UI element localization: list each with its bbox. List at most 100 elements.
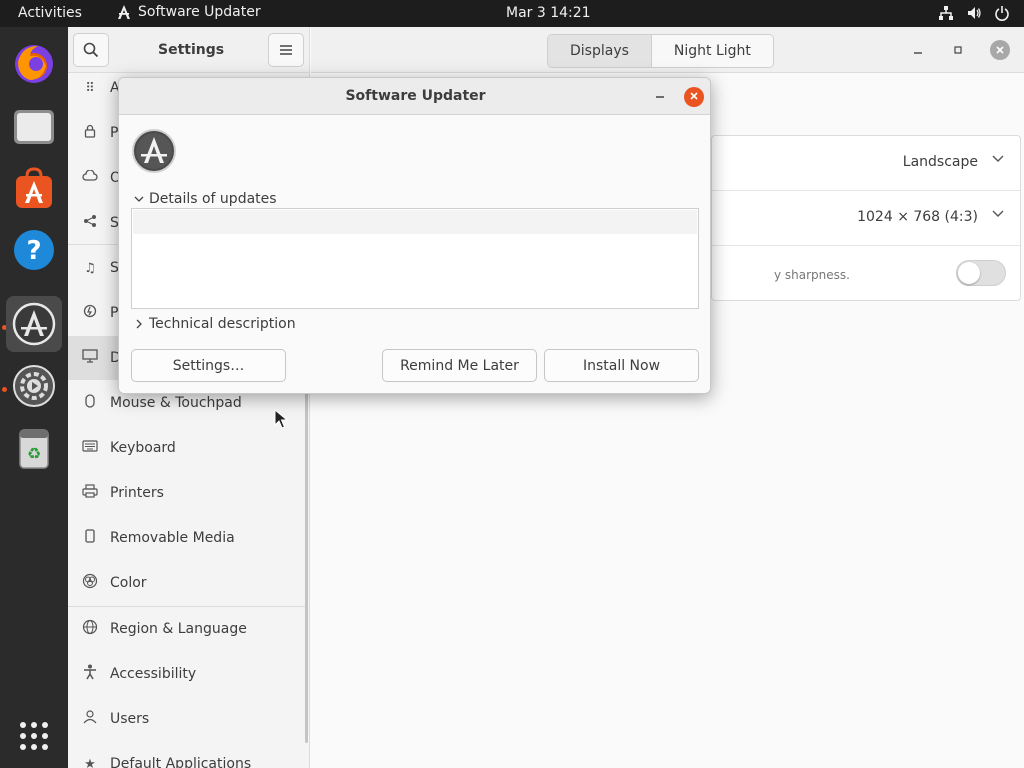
sidebar-item-label: Printers: [110, 485, 164, 501]
top-bar: Activities Software Updater Mar 3 14:21: [0, 0, 1024, 27]
software-updater-app-icon: [118, 5, 130, 19]
display-icon: [82, 349, 98, 367]
media-icon: [82, 529, 98, 547]
sidebar-item-printers[interactable]: Printers: [68, 471, 308, 515]
power-icon: [994, 5, 1010, 21]
search-icon: [83, 42, 99, 58]
app-center-icon[interactable]: [6, 160, 62, 216]
display-settings-panel: Landscape 1024 × 768 (4:3) y sharpness.: [711, 135, 1021, 301]
sidebar-header: Settings: [68, 27, 310, 73]
dialog-titlebar[interactable]: Software Updater: [119, 78, 710, 115]
volume-icon: [966, 5, 982, 21]
fractional-scaling-hint: y sharpness.: [774, 268, 850, 282]
app-menu-label: Software Updater: [138, 4, 261, 20]
dialog-close-button[interactable]: [684, 87, 704, 107]
technical-description-expander[interactable]: Technical description: [133, 316, 296, 332]
maximize-button[interactable]: [948, 40, 968, 60]
app-menu[interactable]: Software Updater: [116, 4, 261, 20]
settings-button[interactable]: Settings…: [131, 349, 286, 382]
keyboard-icon: [82, 440, 98, 456]
sidebar-item-accessibility[interactable]: Accessibility: [68, 652, 308, 696]
color-icon: [82, 573, 98, 593]
chevron-down-icon: [134, 196, 144, 202]
close-icon: [690, 92, 698, 100]
printer-icon: [82, 484, 98, 502]
trash-icon[interactable]: ♻: [6, 420, 62, 476]
firefox-icon[interactable]: [6, 36, 62, 92]
install-now-button[interactable]: Install Now: [544, 349, 699, 382]
chevron-right-icon: [136, 319, 142, 329]
maximize-icon: [954, 46, 962, 54]
orientation-value: Landscape: [902, 154, 978, 170]
star-icon: ★: [84, 756, 96, 768]
settings-title: Settings: [158, 42, 225, 58]
software-updater-icon[interactable]: [6, 296, 62, 352]
chevron-down-icon: [992, 207, 1004, 221]
view-switcher: Displays Night Light: [547, 34, 774, 68]
svg-text:?: ?: [26, 236, 41, 266]
show-apps-icon[interactable]: [6, 708, 62, 764]
minimize-icon: [914, 52, 922, 54]
sidebar-item-keyboard[interactable]: Keyboard: [68, 426, 308, 470]
sidebar-item-users[interactable]: Users: [68, 697, 308, 741]
user-icon: [82, 710, 98, 728]
sidebar-item-label: Region & Language: [110, 621, 247, 637]
activities-button[interactable]: Activities: [18, 5, 82, 21]
sidebar-item-removable-media[interactable]: Removable Media: [68, 516, 308, 560]
mouse-cursor-icon: [274, 409, 288, 429]
dialog-title: Software Updater: [345, 88, 486, 104]
details-label: Details of updates: [149, 191, 277, 207]
minimize-icon: [656, 96, 664, 98]
sidebar-item-label: Color: [110, 575, 147, 591]
mouse-icon: [82, 394, 98, 412]
sidebar-item-label: Users: [110, 711, 150, 727]
software-updater-logo: [132, 129, 176, 173]
resolution-value: 1024 × 768 (4:3): [857, 209, 978, 225]
svg-text:♻: ♻: [27, 444, 41, 463]
grid-icon: ⠿: [85, 80, 95, 96]
settings-icon[interactable]: [6, 358, 62, 414]
sidebar-item-label: Default Applications: [110, 756, 252, 768]
fractional-scaling-row: y sharpness.: [712, 246, 1020, 301]
close-button[interactable]: [990, 40, 1010, 60]
resolution-row[interactable]: 1024 × 768 (4:3): [712, 191, 1020, 246]
help-icon[interactable]: ?: [6, 222, 62, 278]
sidebar-item-label: Accessibility: [110, 666, 197, 682]
sidebar-item-label: Removable Media: [110, 530, 235, 546]
fractional-scaling-toggle[interactable]: [956, 260, 1006, 286]
globe-icon: [82, 619, 98, 639]
tab-night-light[interactable]: Night Light: [651, 35, 773, 67]
technical-description-label: Technical description: [149, 316, 296, 332]
cloud-icon: [82, 169, 98, 186]
sidebar-item-color[interactable]: Color: [68, 561, 308, 605]
dock: ? ♻: [0, 27, 68, 768]
sidebar-item-region[interactable]: Region & Language: [68, 607, 308, 651]
power-icon: [82, 304, 98, 322]
close-icon: [996, 46, 1004, 54]
main-header: Displays Night Light: [311, 27, 1024, 73]
minimize-button[interactable]: [908, 40, 928, 60]
menu-button[interactable]: [268, 33, 304, 67]
music-icon: ♫: [84, 260, 96, 276]
tab-displays[interactable]: Displays: [548, 35, 652, 67]
orientation-row[interactable]: Landscape: [712, 136, 1020, 191]
sidebar-item-label: Keyboard: [110, 440, 176, 456]
network-icon: [938, 5, 954, 21]
files-icon[interactable]: [6, 98, 62, 154]
dialog-minimize-button[interactable]: [650, 87, 670, 107]
search-button[interactable]: [73, 33, 109, 67]
accessibility-icon: [82, 664, 98, 684]
sidebar-item-label: Mouse & Touchpad: [110, 395, 242, 411]
software-updater-dialog: Software Updater Details of updates Tech…: [118, 77, 711, 394]
hamburger-icon: [280, 45, 292, 55]
system-tray[interactable]: [938, 5, 1010, 21]
details-list-row: [133, 210, 697, 234]
details-expander[interactable]: Details of updates: [133, 191, 277, 207]
lock-icon: [82, 124, 98, 142]
share-icon: [82, 214, 98, 232]
details-list[interactable]: [131, 208, 699, 309]
remind-me-later-button[interactable]: Remind Me Later: [382, 349, 537, 382]
clock[interactable]: Mar 3 14:21: [506, 5, 591, 21]
chevron-down-icon: [992, 152, 1004, 166]
sidebar-item-default-apps[interactable]: ★ Default Applications: [68, 742, 308, 768]
